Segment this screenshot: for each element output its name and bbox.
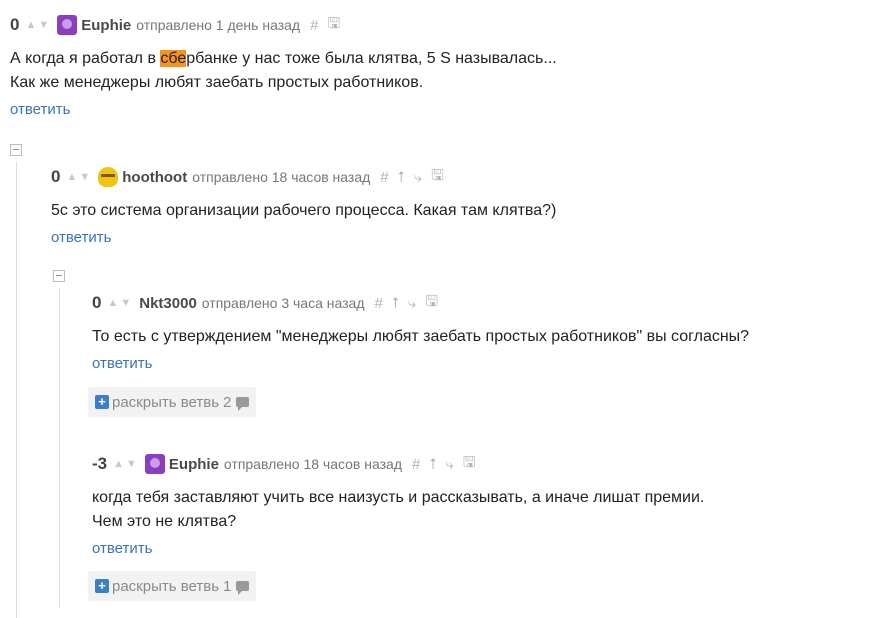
comment-rating: 0	[51, 167, 61, 186]
save-icon[interactable]: 🖫	[431, 165, 444, 190]
reply-link[interactable]: ответить	[10, 101, 70, 118]
link-icon[interactable]: #	[310, 17, 318, 34]
expand-branch-count: 1	[223, 577, 232, 595]
comment-2: 0 ▲ ▼ hoothoot отправлено 18 часов назад…	[51, 166, 556, 247]
thread-icon[interactable]: ⤷	[445, 456, 453, 473]
comment-rating: 0	[10, 15, 20, 34]
downvote-icon[interactable]: ▼	[38, 19, 49, 31]
reply-link[interactable]: ответить	[92, 355, 152, 372]
comment-author[interactable]: Euphie	[81, 17, 131, 34]
comment-text-line: когда тебя заставляют учить все наизусть…	[92, 489, 705, 506]
comment-meta: 0 ▲ ▼ Euphie отправлено 1 день назад # 🖫	[10, 14, 557, 36]
parent-comment-icon[interactable]: ⭡	[398, 169, 405, 186]
expand-branch-label: раскрыть ветвь	[112, 393, 220, 411]
comment-body: когда тебя заставляют учить все наизусть…	[92, 486, 704, 534]
comment-body: То есть с утверждением "менеджеры любят …	[92, 325, 749, 349]
plus-icon: +	[95, 579, 109, 593]
comment-rating: -3	[92, 454, 108, 473]
upvote-icon[interactable]: ▲	[25, 19, 36, 31]
comment-author[interactable]: hoothoot	[122, 169, 187, 186]
search-highlight: сбе	[160, 50, 187, 67]
comment-rating: 0	[92, 293, 102, 312]
plus-icon: +	[95, 395, 109, 409]
reply-link[interactable]: ответить	[92, 540, 152, 557]
link-icon[interactable]: #	[380, 169, 388, 186]
save-icon[interactable]: 🖫	[327, 13, 340, 38]
save-icon[interactable]: 🖫	[425, 291, 438, 316]
expand-branch-button[interactable]: + раскрыть ветвь 1	[88, 571, 257, 601]
comment-text: А когда я работал в	[10, 50, 161, 67]
parent-comment-icon[interactable]: ⭡	[392, 295, 399, 312]
comment-text-line: Чем это не клятва?	[92, 513, 237, 530]
thread-icon[interactable]: ⤷	[414, 169, 422, 186]
comment-meta: 0 ▲ ▼ hoothoot отправлено 18 часов назад…	[51, 166, 556, 188]
comment-body: 5с это система организации рабочего проц…	[51, 199, 556, 223]
comment-timestamp[interactable]: отправлено 3 часа назад	[202, 295, 365, 311]
comment-text-line: То есть с утверждением "менеджеры любят …	[92, 328, 750, 345]
comment-bubble-icon	[236, 581, 250, 595]
downvote-icon[interactable]: ▼	[126, 458, 137, 470]
comment-timestamp[interactable]: отправлено 1 день назад	[136, 17, 300, 33]
thread-line	[16, 162, 17, 618]
reply-link[interactable]: ответить	[51, 229, 111, 246]
comment-meta: -3 ▲ ▼ Euphie отправлено 18 часов назад …	[92, 453, 704, 475]
comment-text-line: А когда я работал в сбербанке у нас тоже…	[10, 47, 557, 71]
comment-body: А когда я работал в сбербанке у нас тоже…	[10, 47, 557, 95]
upvote-icon[interactable]: ▲	[107, 297, 118, 309]
comment-author[interactable]: Euphie	[169, 456, 219, 473]
parent-comment-icon[interactable]: ⭡	[429, 456, 436, 473]
avatar[interactable]	[144, 454, 165, 474]
thread-line	[59, 288, 60, 608]
comment-text: рбанке у нас тоже была клятва, 5 S назыв…	[186, 50, 557, 67]
avatar[interactable]	[57, 15, 78, 35]
downvote-icon[interactable]: ▼	[79, 171, 90, 183]
link-icon[interactable]: #	[412, 456, 420, 473]
comment-meta: 0 ▲ ▼ Nkt3000 отправлено 3 часа назад # …	[92, 292, 749, 314]
upvote-icon[interactable]: ▲	[113, 458, 124, 470]
comment-timestamp[interactable]: отправлено 18 часов назад	[192, 169, 370, 185]
collapse-thread-button[interactable]	[53, 270, 65, 282]
comment-text-line: 5с это система организации рабочего проц…	[51, 202, 557, 219]
comment-4: -3 ▲ ▼ Euphie отправлено 18 часов назад …	[92, 453, 704, 558]
expand-branch-count: 2	[223, 393, 232, 411]
comment-author[interactable]: Nkt3000	[139, 295, 197, 312]
comment-1: 0 ▲ ▼ Euphie отправлено 1 день назад # 🖫…	[10, 14, 557, 119]
save-icon[interactable]: 🖫	[463, 452, 476, 477]
thread-icon[interactable]: ⤷	[408, 295, 416, 312]
comment-bubble-icon	[236, 397, 250, 411]
expand-branch-button[interactable]: + раскрыть ветвь 2	[88, 387, 257, 417]
collapse-thread-button[interactable]	[10, 144, 22, 156]
upvote-icon[interactable]: ▲	[66, 171, 77, 183]
comment-3: 0 ▲ ▼ Nkt3000 отправлено 3 часа назад # …	[92, 292, 749, 373]
downvote-icon[interactable]: ▼	[120, 297, 131, 309]
comment-text-line: Как же менеджеры любят заебать простых р…	[10, 74, 424, 91]
expand-branch-label: раскрыть ветвь	[112, 577, 220, 595]
comment-timestamp[interactable]: отправлено 18 часов назад	[224, 456, 402, 472]
avatar[interactable]	[98, 167, 119, 187]
link-icon[interactable]: #	[375, 295, 383, 312]
